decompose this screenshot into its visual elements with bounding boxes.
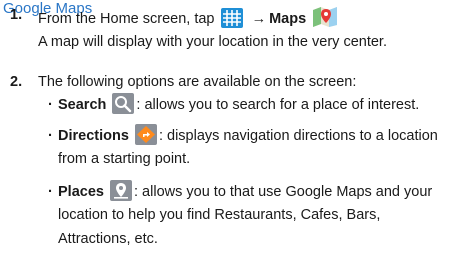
option-label: Search	[58, 97, 107, 113]
step-number: 2.	[10, 74, 23, 90]
option-search: · Search : allows you to search for a pla…	[48, 93, 419, 122]
maps-app-icon	[312, 6, 338, 34]
option-description: : allows you to search for a place of in…	[136, 97, 420, 113]
step-1-line-2: A map will display with your location in…	[38, 34, 387, 50]
step-1-line-1: From the Home screen, tap → Maps	[38, 6, 340, 34]
maps-app-label: Maps	[269, 11, 307, 27]
step-1-prefix: From the Home screen, tap	[38, 11, 215, 27]
bullet: ·	[48, 128, 53, 144]
bullet: ·	[48, 184, 53, 200]
arrow-icon: →	[251, 11, 267, 27]
bullet: ·	[48, 97, 53, 113]
step-2-text: The following options are available on t…	[38, 74, 357, 90]
step-number: 1.	[10, 7, 23, 23]
option-description: : allows you to that use Google Maps and…	[134, 184, 433, 200]
option-label: Places	[58, 184, 104, 200]
step-1: 1. From the Home screen, tap → Maps A ma…	[0, 2, 466, 50]
option-places-cont-2: Attractions, etc.	[58, 231, 158, 247]
step-2: 2. The following options are available o…	[0, 73, 466, 95]
option-label: Directions	[58, 128, 129, 144]
option-places-cont-1: location to help you find Restaurants, C…	[58, 207, 381, 223]
apps-grid-icon	[220, 8, 243, 34]
option-description: : displays navigation directions to a lo…	[158, 128, 438, 144]
option-directions-cont: from a starting point.	[58, 151, 191, 167]
search-icon	[112, 93, 135, 122]
